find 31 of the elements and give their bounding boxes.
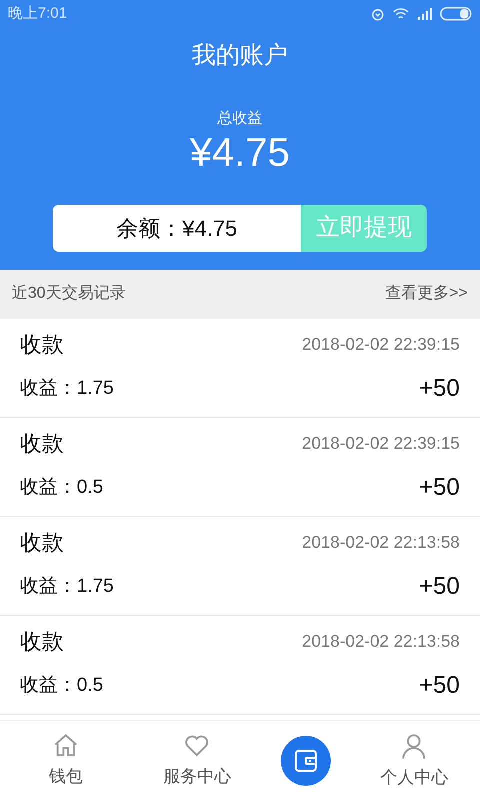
signal-icon bbox=[417, 8, 432, 20]
view-more-link[interactable]: 查看更多>> bbox=[385, 282, 468, 306]
page-title: 我的账户 bbox=[192, 41, 288, 71]
total-earnings-value: ¥4.75 bbox=[190, 130, 290, 174]
transaction-time: 2018-02-02 22:39:15 bbox=[302, 432, 460, 455]
records-title: 近30天交易记录 bbox=[12, 284, 126, 304]
wallet-icon bbox=[292, 748, 319, 774]
transaction-type: 收款 bbox=[20, 430, 64, 458]
transaction-type: 收款 bbox=[20, 628, 64, 656]
battery-icon bbox=[440, 7, 472, 21]
tab-item[interactable]: 个人中心 bbox=[366, 730, 462, 790]
transaction-amount: +50 bbox=[419, 572, 460, 602]
transaction-time: 2018-02-02 22:13:58 bbox=[302, 630, 460, 653]
total-earnings-label: 总收益 bbox=[218, 109, 262, 129]
wifi-icon bbox=[393, 8, 409, 20]
transaction-type: 收款 bbox=[20, 529, 64, 557]
transaction-amount: +50 bbox=[419, 473, 460, 503]
status-time: 晚上7:01 bbox=[8, 4, 68, 24]
transaction-earning: 收益：0.5 bbox=[20, 674, 104, 698]
tab-item[interactable]: 钱包 bbox=[18, 732, 114, 790]
transaction-earning: 收益：1.75 bbox=[20, 376, 114, 401]
transaction-amount: +50 bbox=[419, 671, 460, 701]
transaction-earning: 收益：1.75 bbox=[20, 574, 114, 599]
transaction-time: 2018-02-02 22:13:58 bbox=[302, 532, 460, 554]
alarm-icon bbox=[371, 7, 385, 21]
balance-display: 余额：¥4.75 bbox=[53, 204, 301, 252]
transaction-amount: +50 bbox=[419, 374, 460, 404]
tab-item[interactable]: 服务中心 bbox=[149, 732, 246, 790]
transaction-type: 收款 bbox=[20, 331, 64, 359]
transaction-time: 2018-02-02 22:39:15 bbox=[302, 334, 460, 356]
transaction-earning: 收益：0.5 bbox=[20, 476, 104, 500]
